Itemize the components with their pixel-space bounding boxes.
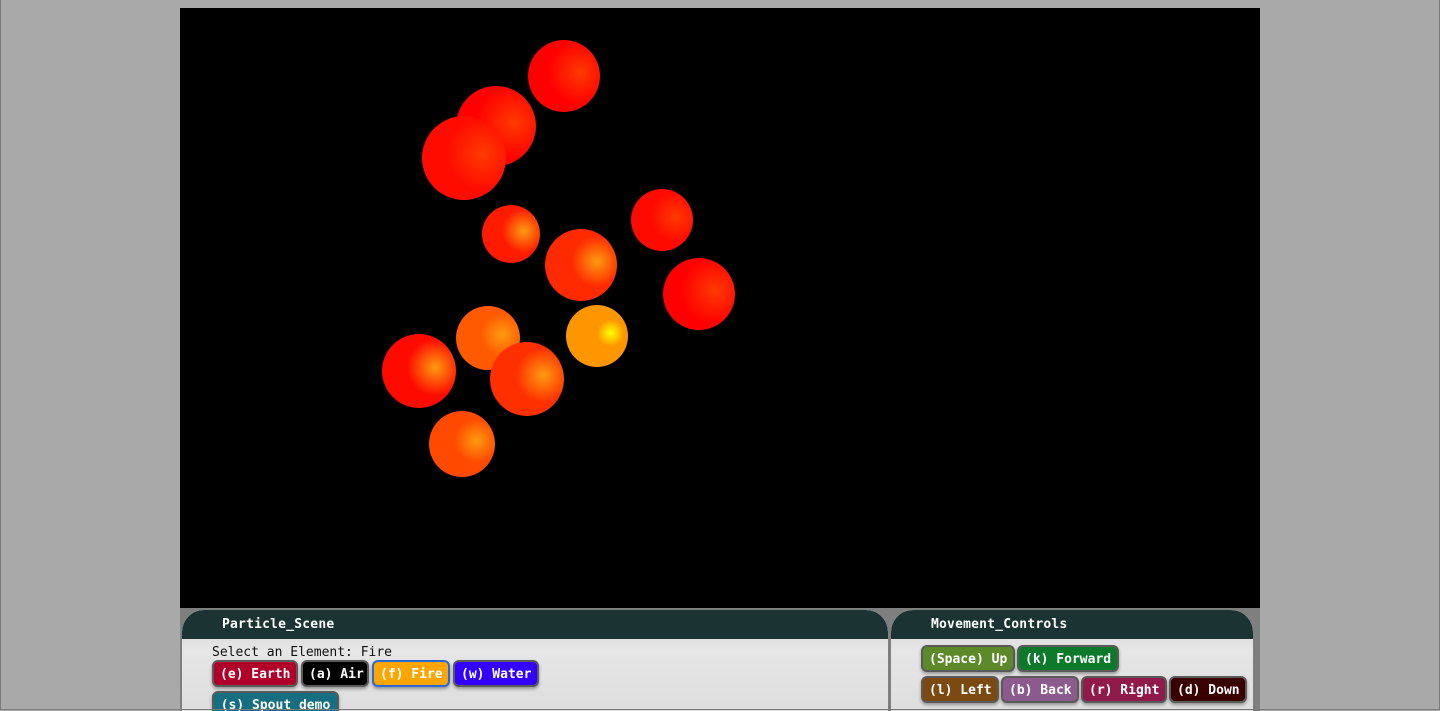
particle-canvas[interactable] bbox=[180, 8, 1260, 608]
fire-particle bbox=[490, 342, 564, 416]
fire-particle bbox=[545, 229, 617, 301]
particle-scene-graphic bbox=[180, 8, 1260, 608]
fire-particle bbox=[382, 334, 456, 408]
air-button[interactable]: (a) Air bbox=[301, 660, 369, 687]
move-right-button[interactable]: (r) Right bbox=[1081, 676, 1167, 703]
fire-particle bbox=[566, 305, 628, 367]
move-forward-button[interactable]: (k) Forward bbox=[1017, 645, 1119, 672]
earth-button[interactable]: (e) Earth bbox=[212, 660, 298, 687]
movement-controls-title: Movement_Controls bbox=[891, 610, 1253, 639]
move-up-button[interactable]: (Space) Up bbox=[921, 645, 1015, 672]
movement-controls-panel: Movement_Controls (Space) Up (k) Forward… bbox=[891, 610, 1253, 711]
fire-particle bbox=[429, 411, 495, 477]
water-button[interactable]: (w) Water bbox=[453, 660, 539, 687]
move-down-button[interactable]: (d) Down bbox=[1169, 676, 1247, 703]
spout-demo-button[interactable]: (s) Spout demo bbox=[212, 691, 339, 711]
fire-particle bbox=[422, 116, 506, 200]
fire-particle bbox=[482, 205, 540, 263]
particle-scene-panel: Particle_Scene Select an Element: Fire (… bbox=[182, 610, 888, 711]
move-back-button[interactable]: (b) Back bbox=[1001, 676, 1079, 703]
particle-scene-title: Particle_Scene bbox=[182, 610, 888, 639]
move-left-button[interactable]: (l) Left bbox=[921, 676, 999, 703]
fire-particle bbox=[663, 258, 735, 330]
fire-particle bbox=[528, 40, 600, 112]
fire-particle bbox=[631, 189, 693, 251]
select-element-label: Select an Element: Fire bbox=[212, 645, 393, 660]
fire-button[interactable]: (f) Fire bbox=[372, 660, 450, 687]
